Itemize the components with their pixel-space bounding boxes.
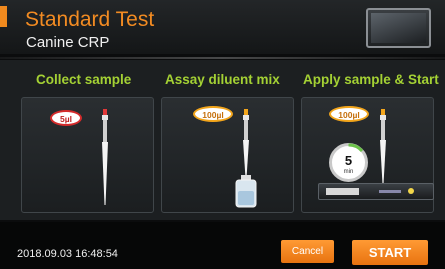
pipette-icon: [243, 109, 249, 178]
date-time: 2018.09.03 16:48:54: [17, 248, 118, 260]
standard-test-screen: Standard Test Canine CRP Collect sample …: [0, 0, 445, 269]
step-label-assay-diluent: Assay diluent mix: [165, 72, 280, 87]
vial-icon: [235, 175, 257, 208]
header-bar: Standard Test Canine CRP: [0, 0, 445, 54]
header-divider: [0, 57, 445, 59]
timer-value: 5: [344, 153, 353, 168]
volume-badge-100ul: 100µl: [193, 106, 233, 122]
step-label-collect-sample: Collect sample: [36, 72, 132, 87]
test-cartridge-icon: [318, 183, 434, 200]
step-label-apply-sample: Apply sample & Start: [303, 72, 439, 87]
timer-icon: 5 min: [329, 143, 368, 182]
device-screen-icon: [366, 8, 431, 48]
volume-badge-5ul: 5µl: [50, 110, 82, 126]
pipette-icon: [102, 109, 108, 205]
cancel-button[interactable]: Cancel: [281, 240, 334, 263]
timer-unit: min: [343, 169, 354, 175]
test-name: Canine CRP: [26, 34, 110, 51]
header-accent-bar: [0, 6, 7, 27]
volume-badge-100ul: 100µl: [329, 106, 369, 122]
start-button[interactable]: START: [352, 240, 428, 265]
step-panel-collect-sample: [21, 97, 154, 213]
pipette-icon: [380, 109, 386, 184]
page-title: Standard Test: [25, 8, 155, 31]
